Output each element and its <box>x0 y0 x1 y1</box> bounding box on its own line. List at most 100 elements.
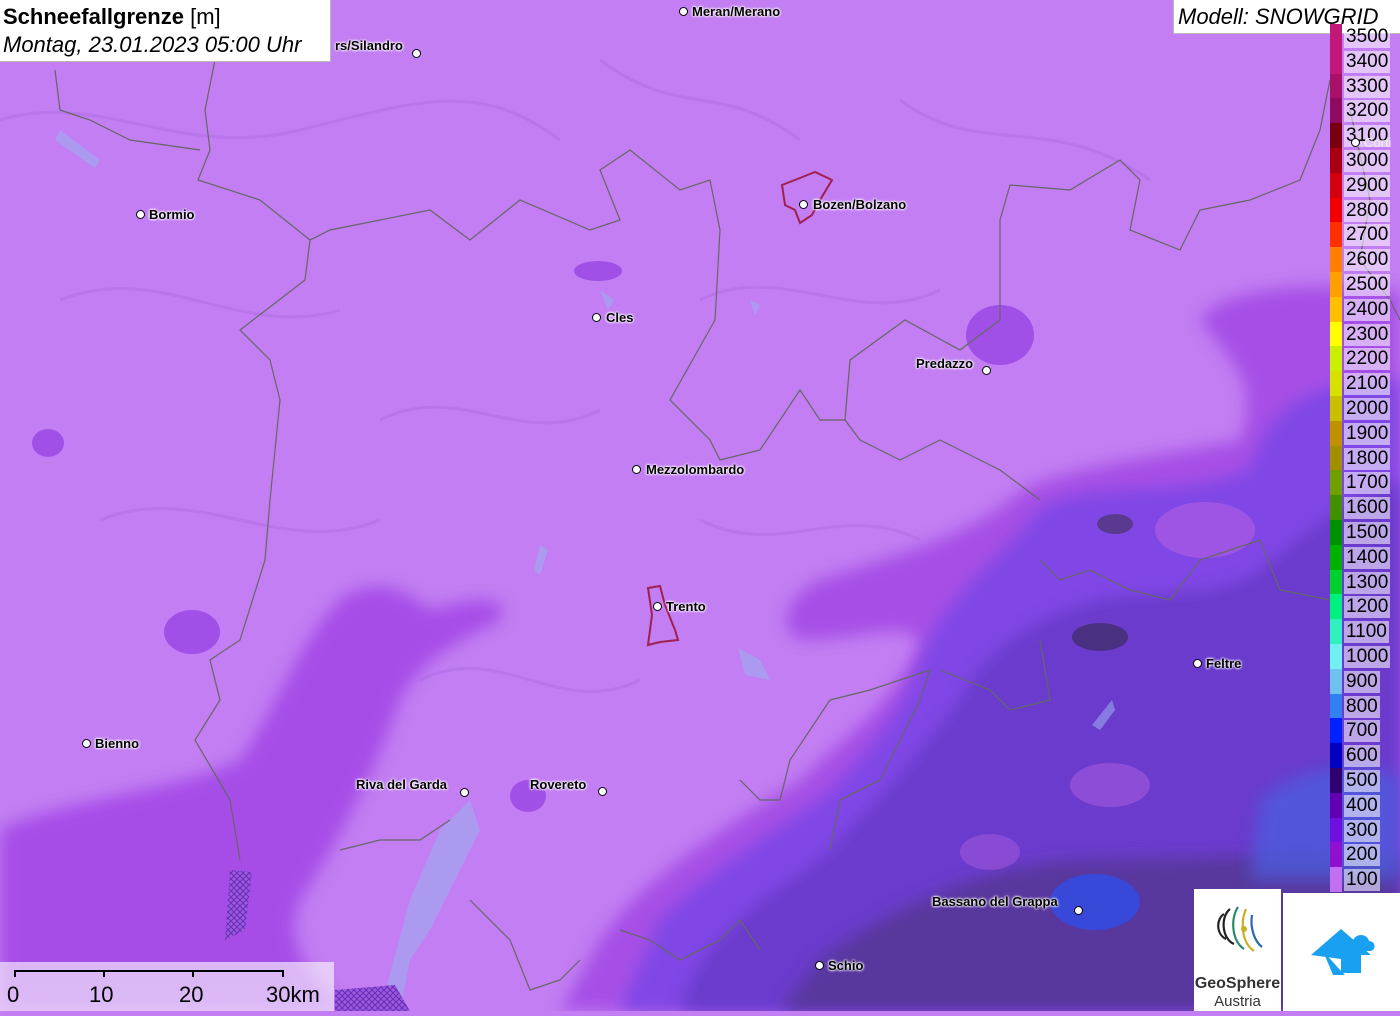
legend-label: 3000 <box>1344 150 1391 172</box>
city-label: Bozen/Bolzano <box>813 197 907 212</box>
snowline-zone-500-feltre <box>1072 623 1128 651</box>
legend-swatch <box>1330 73 1342 99</box>
legend-item: 2500 <box>1330 272 1400 297</box>
legend-swatch <box>1330 569 1342 595</box>
scale-label-10: 10 <box>89 982 114 1007</box>
map-title-unit: [m] <box>190 4 221 29</box>
city-label: Bienno <box>95 736 140 751</box>
legend-swatch <box>1330 48 1342 74</box>
legend-label: 1400 <box>1344 546 1391 569</box>
legend-swatch <box>1330 718 1342 744</box>
legend-item: 2100 <box>1330 371 1400 396</box>
legend-item: 900 <box>1330 668 1400 694</box>
legend-swatch <box>1330 371 1342 396</box>
legend-label: 1300 <box>1344 571 1391 594</box>
legend-swatch <box>1330 420 1342 446</box>
legend-label: 800 <box>1344 695 1380 718</box>
legend-swatch <box>1330 396 1342 421</box>
geosphere-country: Austria <box>1214 993 1261 1010</box>
scale-tick <box>282 970 284 977</box>
legend-item: 1900 <box>1330 420 1400 446</box>
legend-swatch <box>1330 619 1342 644</box>
legend-swatch <box>1330 346 1342 372</box>
legend-swatch <box>1330 817 1342 843</box>
geosphere-logo[interactable]: GeoSphere Austria <box>1194 889 1281 1011</box>
legend-item: 1700 <box>1330 470 1400 496</box>
legend-swatch <box>1330 247 1342 272</box>
legend-swatch <box>1330 693 1342 719</box>
legend-label: 2700 <box>1344 224 1391 247</box>
legend-label: 3200 <box>1344 100 1391 123</box>
legend-item: 1600 <box>1330 495 1400 520</box>
legend-item: 1000 <box>1330 644 1400 669</box>
map-title-text: Schneefallgrenze <box>3 4 184 29</box>
snowline-map[interactable] <box>0 0 1400 1011</box>
legend-label: 3300 <box>1344 75 1391 98</box>
legend-label: 1900 <box>1344 422 1391 445</box>
city-marker <box>592 313 601 322</box>
legend-swatch <box>1330 668 1342 694</box>
legend-label: 1600 <box>1344 497 1391 520</box>
legend-item: 2000 <box>1330 396 1400 421</box>
legend-item: 3200 <box>1330 98 1400 124</box>
city-label: Rovereto <box>530 777 587 792</box>
legend-item: 2600 <box>1330 247 1400 272</box>
legend-label: 3500 <box>1344 26 1391 48</box>
city-marker <box>136 210 145 219</box>
legend-swatch <box>1330 495 1342 520</box>
legend-item: 3000 <box>1330 148 1400 173</box>
weather-app-logo[interactable] <box>1283 893 1400 1011</box>
legend-label: 2100 <box>1344 373 1391 396</box>
snowline-zone-700 <box>1050 874 1140 930</box>
patch-bienno <box>164 610 220 654</box>
city-label: Predazzo <box>916 356 974 371</box>
city-label: Cles <box>606 310 634 325</box>
city-label: rs/Silandro <box>335 38 403 53</box>
legend-item: 700 <box>1330 718 1400 744</box>
legend-item: 300 <box>1330 817 1400 843</box>
legend-item: 2400 <box>1330 296 1400 322</box>
scale-tick <box>192 970 194 977</box>
legend-item: 2200 <box>1330 346 1400 372</box>
geosphere-emblem-icon <box>1217 906 1263 952</box>
legend-label: 2900 <box>1344 174 1391 197</box>
legend-label: 1700 <box>1344 472 1391 495</box>
legend-label: 300 <box>1344 819 1380 842</box>
city-marker <box>799 200 808 209</box>
legend-item: 1500 <box>1330 520 1400 545</box>
city-label: Trento <box>666 599 706 614</box>
legend-label: 2300 <box>1344 323 1391 346</box>
legend-swatch <box>1330 470 1342 496</box>
legend-item: 800 <box>1330 693 1400 719</box>
legend-swatch <box>1330 768 1342 793</box>
legend-label: 900 <box>1344 670 1380 693</box>
legend-item: 1400 <box>1330 544 1400 570</box>
legend-label: 500 <box>1344 770 1380 792</box>
legend-label: 2800 <box>1344 199 1391 222</box>
legend-swatch <box>1330 222 1342 248</box>
legend-swatch <box>1330 520 1342 545</box>
city-marker <box>460 788 469 797</box>
snowline-pink-patch-2 <box>1070 763 1150 807</box>
patch-cles <box>574 261 622 281</box>
legend-label: 1800 <box>1344 447 1391 470</box>
map-datetime: Montag, 23.01.2023 05:00 Uhr <box>3 32 302 57</box>
legend-label: 1200 <box>1344 596 1391 619</box>
scale-tick <box>14 970 16 977</box>
color-legend: 3500 3400 3300 3200 3100 3000 2900 2800 2700 2600… <box>1330 24 1400 892</box>
legend-swatch <box>1330 24 1342 49</box>
legend-swatch <box>1330 743 1342 768</box>
city-marker <box>1193 659 1202 668</box>
city-marker <box>1074 906 1083 915</box>
legend-label: 1000 <box>1344 646 1391 668</box>
city-marker <box>982 366 991 375</box>
legend-swatch <box>1330 644 1342 669</box>
city-marker <box>815 961 824 970</box>
legend-label: 600 <box>1344 745 1380 768</box>
legend-label: 400 <box>1344 794 1380 817</box>
scale-label-30km: 30km <box>266 982 320 1007</box>
legend-item: 1200 <box>1330 594 1400 620</box>
city-label: Corti <box>1364 135 1392 150</box>
scale-bar: 0 10 20 30km <box>0 962 334 1011</box>
legend-item: 3300 <box>1330 73 1400 99</box>
